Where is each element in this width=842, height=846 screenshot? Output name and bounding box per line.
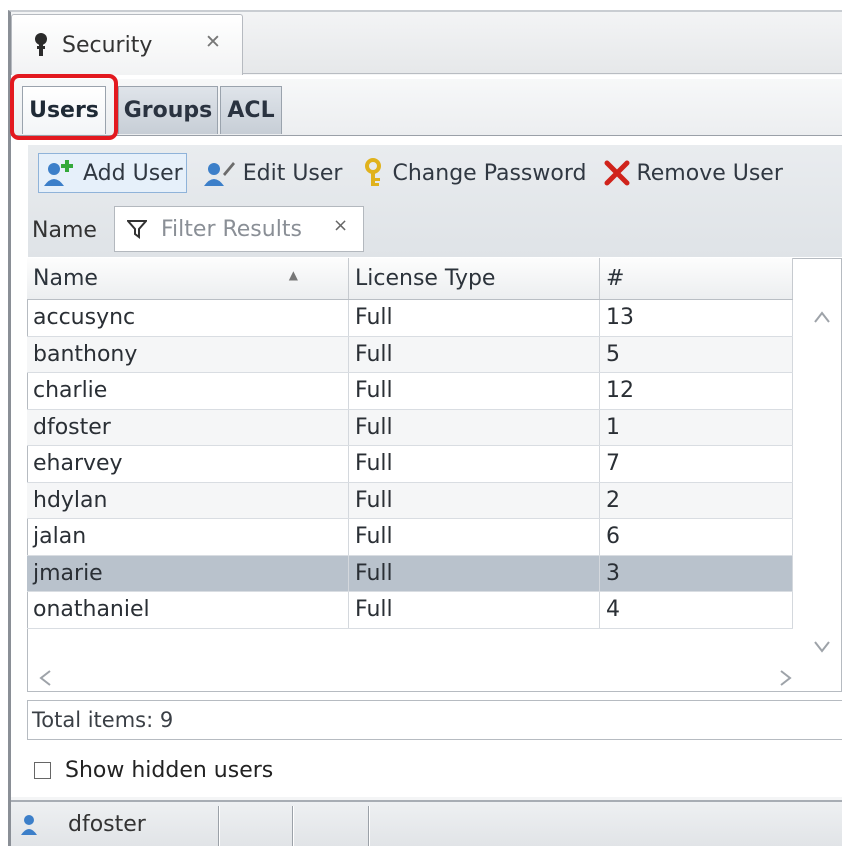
pin-icon	[34, 32, 48, 58]
user-icon	[20, 814, 38, 836]
add-user-button[interactable]: Add User	[38, 153, 187, 193]
cell-name: accusync	[27, 300, 349, 336]
table-row[interactable]: accusync Full 13	[27, 300, 793, 337]
total-items: Total items: 9	[27, 700, 842, 740]
cell-name: jalan	[27, 519, 349, 555]
status-user-name: dfoster	[68, 812, 146, 837]
cell-name: hdylan	[27, 482, 349, 518]
cell-count: 13	[600, 300, 793, 336]
cell-license-type: Full	[349, 482, 600, 518]
checkbox-box[interactable]	[34, 762, 51, 779]
table-header: Name ▲ License Type #	[27, 258, 793, 300]
cell-count: 1	[600, 409, 793, 445]
remove-user-button[interactable]: Remove User	[600, 153, 786, 193]
column-header-count[interactable]: #	[600, 258, 793, 299]
editor-tab-security[interactable]: Security ✕	[11, 14, 243, 75]
table-row[interactable]: dfoster Full 1	[27, 409, 793, 446]
remove-user-label: Remove User	[636, 160, 783, 186]
cell-license-type: Full	[349, 592, 600, 628]
users-grid: Name ▲ License Type # accusync Full 13 bant…	[27, 258, 793, 629]
table-row[interactable]: hdylan Full 2	[27, 482, 793, 519]
filter-field[interactable]: ×	[114, 206, 364, 252]
tab-acl[interactable]: ACL	[220, 86, 282, 134]
close-tab-icon[interactable]: ✕	[205, 31, 221, 53]
status-divider	[218, 806, 220, 846]
cell-count: 2	[600, 482, 793, 518]
key-icon	[360, 158, 386, 188]
clear-filter-icon[interactable]: ×	[333, 215, 348, 236]
edit-user-button[interactable]: Edit User	[197, 153, 347, 193]
cell-count: 12	[600, 373, 793, 409]
cell-name: charlie	[27, 373, 349, 409]
cell-count: 5	[600, 336, 793, 372]
change-password-label: Change Password	[392, 160, 587, 186]
tab-groups[interactable]: Groups	[118, 86, 218, 134]
status-divider	[368, 806, 370, 846]
edit-user-label: Edit User	[242, 160, 343, 186]
cell-count: 3	[600, 555, 793, 591]
cell-license-type: Full	[349, 336, 600, 372]
cell-count: 6	[600, 519, 793, 555]
filter-label: Name	[32, 218, 97, 243]
table-row[interactable]: eharvey Full 7	[27, 446, 793, 483]
funnel-icon	[125, 219, 149, 239]
editor-tab-title: Security	[62, 32, 153, 58]
scroll-down-icon[interactable]	[812, 636, 832, 653]
table-row[interactable]: jmarie Full 3	[27, 555, 793, 592]
remove-icon	[604, 158, 630, 188]
filter-input[interactable]	[161, 216, 321, 242]
cell-name: onathaniel	[27, 592, 349, 628]
add-user-icon	[41, 158, 77, 188]
cell-name: banthony	[27, 336, 349, 372]
status-current-user: dfoster	[20, 812, 146, 837]
edit-user-icon	[201, 158, 237, 188]
column-header-license-type[interactable]: License Type	[349, 258, 600, 299]
scroll-up-icon[interactable]	[812, 306, 832, 323]
cell-license-type: Full	[349, 373, 600, 409]
table-row[interactable]: banthony Full 5	[27, 336, 793, 373]
show-hidden-users-checkbox[interactable]: Show hidden users	[34, 758, 273, 783]
cell-license-type: Full	[349, 446, 600, 482]
table-row[interactable]: onathaniel Full 4	[27, 592, 793, 629]
add-user-label: Add User	[83, 160, 183, 186]
cell-count: 4	[600, 592, 793, 628]
table-row[interactable]: charlie Full 12	[27, 373, 793, 410]
show-hidden-users-label: Show hidden users	[65, 758, 274, 783]
scroll-right-icon[interactable]	[778, 668, 794, 688]
status-divider	[292, 806, 294, 846]
user-toolbar: Add User Edit User Change Password Remov…	[38, 152, 787, 194]
cell-count: 7	[600, 446, 793, 482]
cell-name: dfoster	[27, 409, 349, 445]
cell-license-type: Full	[349, 519, 600, 555]
table-row[interactable]: jalan Full 6	[27, 519, 793, 556]
change-password-button[interactable]: Change Password	[356, 153, 590, 193]
cell-name: jmarie	[27, 555, 349, 591]
cell-license-type: Full	[349, 409, 600, 445]
cell-name: eharvey	[27, 446, 349, 482]
column-header-name[interactable]: Name ▲	[27, 258, 349, 299]
cell-license-type: Full	[349, 300, 600, 336]
cell-license-type: Full	[349, 555, 600, 591]
scroll-left-icon[interactable]	[37, 668, 53, 688]
sort-ascending-icon: ▲	[288, 268, 298, 282]
highlight-annotation	[10, 74, 118, 140]
